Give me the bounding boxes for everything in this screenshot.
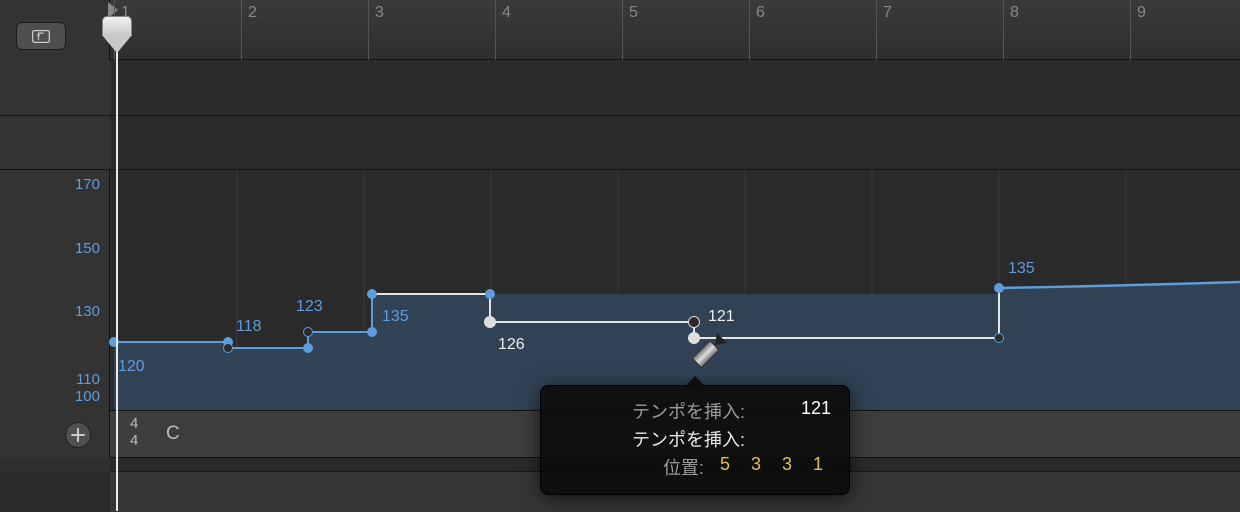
y-tick: 130	[0, 303, 110, 320]
tempo-node-editing[interactable]	[688, 316, 700, 328]
tempo-value: 118	[236, 318, 262, 336]
tempo-node[interactable]	[994, 333, 1004, 343]
tooltip-label: テンポを挿入:	[559, 426, 745, 452]
bar-number: 4	[502, 4, 511, 22]
tempo-value: 135	[382, 308, 409, 326]
key-signature[interactable]: C	[166, 423, 180, 445]
tempo-node[interactable]	[367, 327, 377, 337]
tempo-node[interactable]	[303, 327, 313, 337]
bar-marker[interactable]: 3	[368, 0, 369, 60]
bar-number: 5	[629, 4, 638, 22]
bar-number: 7	[883, 4, 892, 22]
add-signature-button[interactable]	[65, 422, 91, 448]
playhead-line[interactable]	[116, 18, 118, 511]
bar-ruler[interactable]: 123456789	[110, 0, 1240, 60]
bar-marker[interactable]: 5	[622, 0, 623, 60]
tempo-graph	[110, 170, 1240, 410]
tempo-node-editing[interactable]	[484, 316, 496, 328]
tempo-value: 120	[118, 358, 145, 376]
tempo-node[interactable]	[485, 289, 495, 299]
time-sig-denominator: 4	[130, 432, 138, 449]
bar-marker[interactable]: 7	[876, 0, 877, 60]
bar-marker[interactable]: 6	[749, 0, 750, 60]
tempo-value: 123	[296, 298, 323, 316]
tempo-node[interactable]	[303, 343, 313, 353]
y-tick: 100	[0, 388, 110, 405]
tempo-track[interactable]: 120 118 123 135 126 121 135	[110, 170, 1240, 410]
insert-tempo-tooltip: テンポを挿入: 121 テンポを挿入: 位置: 5 3 3 1	[540, 385, 850, 495]
tooltip-value: 121	[761, 398, 831, 424]
bar-marker[interactable]: 2	[241, 0, 242, 60]
tempo-value: 121	[708, 308, 735, 326]
bar-number: 6	[756, 4, 765, 22]
tooltip-label: テンポを挿入:	[559, 398, 745, 424]
bar-number: 2	[248, 4, 257, 22]
tempo-value: 135	[1008, 260, 1035, 278]
marker-track-lane[interactable]	[110, 60, 1240, 116]
arrangement-track-lane[interactable]	[110, 116, 1240, 170]
bar-number: 8	[1010, 4, 1019, 22]
time-sig-numerator: 4	[130, 415, 138, 432]
tempo-node-insert[interactable]	[688, 332, 700, 344]
catch-mode-button[interactable]	[16, 22, 66, 50]
time-signature[interactable]: 4 4	[130, 415, 138, 449]
y-tick: 110	[0, 371, 110, 388]
y-tick: 170	[0, 176, 110, 193]
tempo-node[interactable]	[367, 289, 377, 299]
tooltip-position: 5 3 3 1	[720, 454, 831, 480]
bar-marker[interactable]: 4	[495, 0, 496, 60]
tooltip-label: 位置:	[559, 454, 704, 480]
bar-marker[interactable]: 9	[1130, 0, 1131, 60]
plus-icon	[71, 428, 85, 442]
catch-icon	[31, 29, 51, 44]
bar-number: 9	[1137, 4, 1146, 22]
y-tick: 150	[0, 240, 110, 257]
tooltip-value	[761, 426, 831, 452]
bar-marker[interactable]: 8	[1003, 0, 1004, 60]
tempo-node[interactable]	[223, 343, 233, 353]
bar-number: 3	[375, 4, 384, 22]
tempo-value: 126	[498, 336, 525, 354]
tempo-node[interactable]	[994, 283, 1004, 293]
